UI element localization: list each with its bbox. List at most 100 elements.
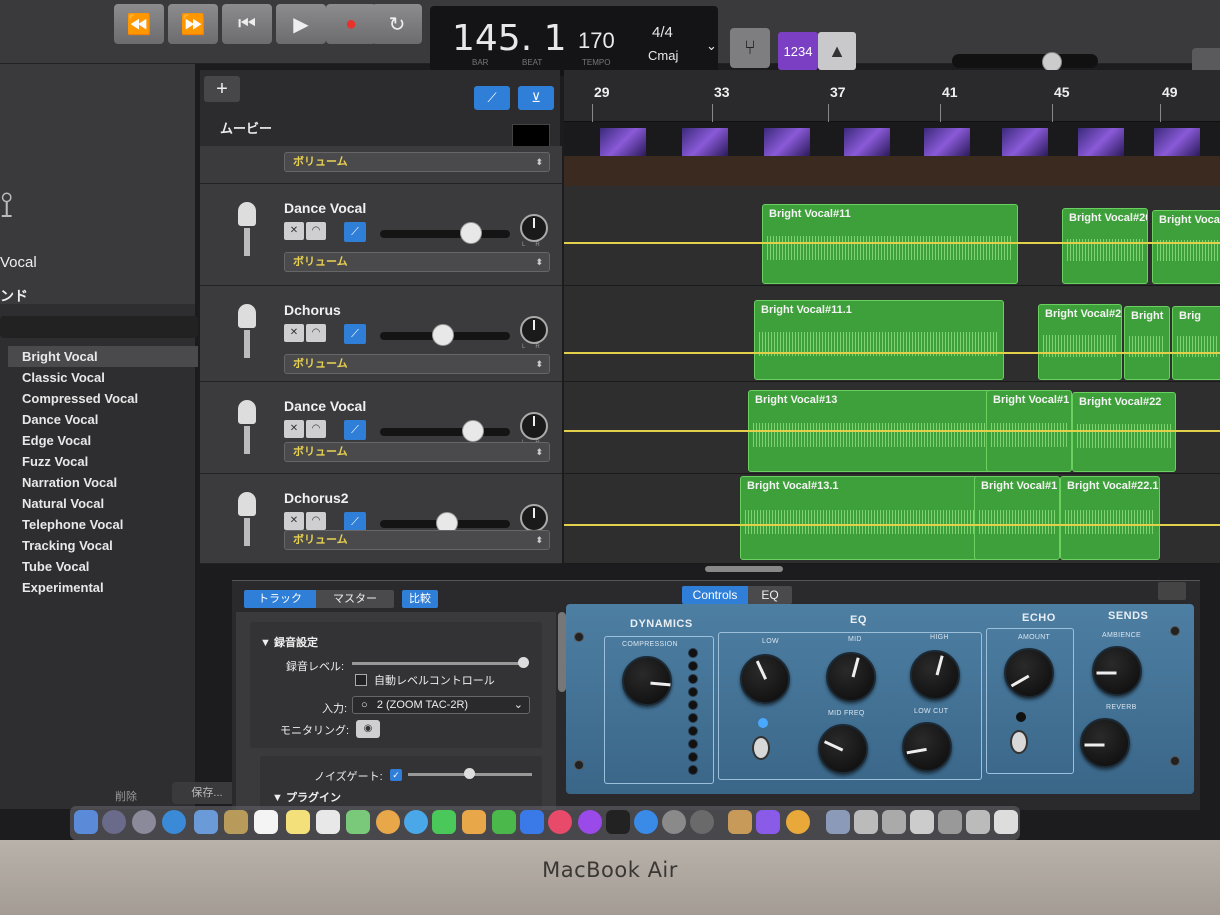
pan-knob[interactable] (520, 504, 548, 532)
volume-slider[interactable] (380, 230, 510, 238)
apple-tv-icon[interactable] (606, 810, 630, 834)
pan-knob[interactable] (520, 412, 548, 440)
automation-parameter-select[interactable]: ボリューム ⬍ (284, 152, 550, 172)
catch-playhead-button[interactable]: ⊻ (518, 86, 554, 110)
delete-button[interactable]: 削除 (115, 788, 137, 804)
automation-button[interactable]: ⟋ (344, 222, 366, 242)
time-signature[interactable]: 4/4 (652, 24, 673, 41)
pages-icon[interactable] (462, 810, 486, 834)
noise-gate-checkbox[interactable]: ✓ (390, 769, 402, 781)
reverb-knob[interactable] (1080, 718, 1130, 768)
track-header[interactable]: Dchorus2 ✕ ◠ ⟋ LR ボリューム⬍ (200, 474, 562, 564)
library-item[interactable]: Classic Vocal (8, 367, 198, 388)
automation-parameter-select[interactable]: ボリューム ⬍ (284, 252, 550, 272)
automation-button[interactable]: ⟋ (344, 512, 366, 532)
low-cut-knob[interactable] (902, 722, 952, 772)
solo-button[interactable]: ◠ (306, 324, 326, 342)
garageband-icon[interactable] (728, 810, 752, 834)
audio-region[interactable]: Bright Vocal#20 (1038, 304, 1122, 380)
chevron-down-icon[interactable]: ⌄ (706, 38, 717, 54)
volume-automation-line[interactable] (564, 524, 1220, 526)
recording-level-handle[interactable] (518, 657, 529, 668)
volume-slider[interactable] (380, 428, 510, 436)
recording-settings-heading[interactable]: ▼ 録音設定 (260, 634, 318, 650)
audio-region[interactable]: Bright Vocal#22.1 (1060, 476, 1160, 560)
audio-region[interactable]: Brig (1172, 306, 1220, 380)
settings-scrollbar[interactable] (558, 612, 566, 692)
key-signature[interactable]: Cmaj (648, 48, 678, 63)
window-icon[interactable] (854, 810, 878, 834)
go-to-start-button[interactable]: ⏮ (222, 4, 272, 44)
track-lane[interactable]: Bright Vocal#13 Bright Vocal#1 Bright Vo… (564, 382, 1220, 474)
numbers-icon[interactable] (492, 810, 516, 834)
app-icon[interactable] (786, 810, 810, 834)
automation-parameter-select[interactable]: ボリューム ⬍ (284, 442, 550, 462)
facetime-icon[interactable] (432, 810, 456, 834)
movie-lane[interactable] (564, 122, 1220, 156)
horizontal-scrollbar[interactable] (705, 566, 783, 572)
library-item[interactable]: Fuzz Vocal (8, 451, 198, 472)
master-volume-handle[interactable] (1042, 52, 1062, 72)
noise-gate-handle[interactable] (464, 768, 475, 779)
library-item[interactable]: Compressed Vocal (8, 388, 198, 409)
metronome-button[interactable]: ▲ (818, 32, 856, 70)
track-lane[interactable]: Bright Vocal#11 Bright Vocal#20 Bright V… (564, 186, 1220, 286)
play-button[interactable]: ▶ (276, 4, 326, 44)
solo-button[interactable]: ◠ (306, 222, 326, 240)
timeline-ruler[interactable]: 29 33 37 41 45 49 (564, 70, 1220, 122)
finder-icon[interactable] (74, 810, 98, 834)
library-item[interactable]: Experimental (8, 577, 198, 598)
mail-icon[interactable] (194, 810, 218, 834)
track-lane[interactable]: Bright Vocal#11.1 Bright Vocal#20 Bright… (564, 286, 1220, 382)
podcasts-icon[interactable] (578, 810, 602, 834)
fast-forward-button[interactable]: ⏩ (168, 4, 218, 44)
track-header[interactable]: Dance Vocal ✕ ◠ ⟋ LR ボリューム ⬍ (200, 184, 562, 286)
tempo-value[interactable]: 170 (578, 28, 615, 54)
library-search-field[interactable] (0, 316, 198, 338)
window-icon[interactable] (938, 810, 962, 834)
eq-high-knob[interactable] (910, 650, 960, 700)
reminders-icon[interactable] (316, 810, 340, 834)
window-icon[interactable] (882, 810, 906, 834)
audio-region[interactable]: Bright Voca (1152, 210, 1220, 284)
system-preferences-icon[interactable] (662, 810, 686, 834)
audio-region[interactable]: Bright (1124, 306, 1170, 380)
keynote-icon[interactable] (520, 810, 544, 834)
safari-icon[interactable] (162, 810, 186, 834)
library-item[interactable]: Telephone Vocal (8, 514, 198, 535)
volume-automation-line[interactable] (564, 352, 1220, 354)
track-name[interactable]: Dance Vocal (284, 398, 366, 414)
eq-mid-knob[interactable] (826, 652, 876, 702)
library-item[interactable]: Tube Vocal (8, 556, 198, 577)
track-name[interactable]: Dchorus2 (284, 490, 349, 506)
add-track-button[interactable]: + (204, 76, 240, 102)
count-in-button[interactable]: 1234 (778, 32, 818, 70)
imovie-icon[interactable] (756, 810, 780, 834)
lcd-display[interactable]: 145. 1 BAR BEAT 170 TEMPO 4/4 Cmaj ⌄ (430, 6, 718, 76)
audio-region[interactable]: Bright Vocal#1 (974, 476, 1060, 560)
window-icon[interactable] (910, 810, 934, 834)
mute-button[interactable]: ✕ (284, 222, 304, 240)
auto-level-checkbox[interactable] (355, 674, 367, 686)
monitoring-button[interactable]: ◉ (356, 720, 380, 738)
input-select[interactable]: ○ 2 (ZOOM TAC-2R) ⌄ (352, 696, 530, 714)
volume-handle[interactable] (460, 222, 482, 244)
library-item[interactable]: Bright Vocal (8, 346, 198, 367)
eq-toggle-switch[interactable] (752, 736, 770, 760)
automation-parameter-select[interactable]: ボリューム ⬍ (284, 530, 550, 550)
edit-pencil-button[interactable] (1158, 582, 1186, 600)
folder-icon[interactable] (826, 810, 850, 834)
library-item[interactable]: Narration Vocal (8, 472, 198, 493)
mute-button[interactable]: ✕ (284, 512, 304, 530)
calendar-icon[interactable] (254, 810, 278, 834)
tuner-button[interactable]: ⑂ (730, 28, 770, 68)
contacts-icon[interactable] (224, 810, 248, 834)
recording-level-slider[interactable] (352, 662, 524, 665)
audio-region[interactable]: Bright Vocal#11.1 (754, 300, 1004, 380)
maps-icon[interactable] (346, 810, 370, 834)
compression-knob[interactable] (622, 656, 672, 706)
cycle-button[interactable]: ↻ (372, 4, 422, 44)
library-item[interactable]: Tracking Vocal (8, 535, 198, 556)
audio-region[interactable]: Bright Vocal#22 (1072, 392, 1176, 472)
volume-automation-line[interactable] (564, 430, 1220, 432)
